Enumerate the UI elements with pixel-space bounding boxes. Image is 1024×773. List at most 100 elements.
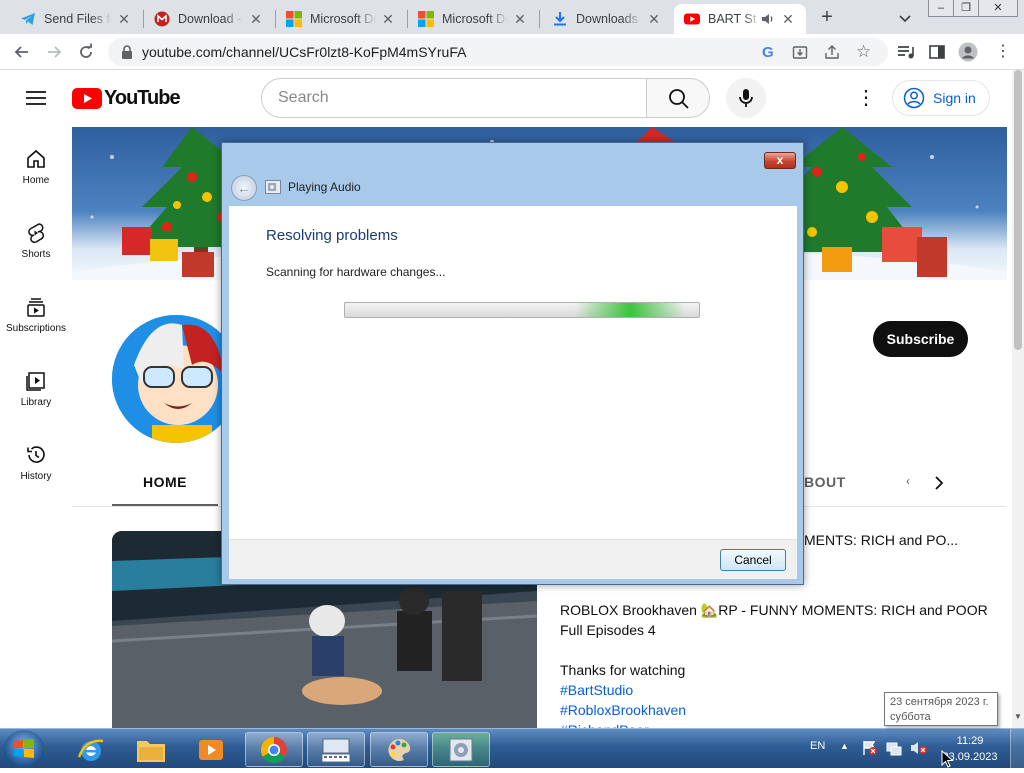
- guide-item-subscriptions[interactable]: Subscriptions: [0, 296, 72, 334]
- guide-item-library[interactable]: Library: [0, 370, 72, 408]
- google-icon[interactable]: G: [762, 44, 774, 61]
- tab-close-icon[interactable]: ✕: [780, 11, 796, 27]
- dialog-close-button[interactable]: x: [764, 152, 796, 169]
- browser-menu-icon[interactable]: ⋮: [995, 42, 1011, 62]
- tab-youtube-active[interactable]: BART St ✕: [674, 4, 806, 34]
- taskbar-on-screen-keyboard[interactable]: [307, 732, 365, 767]
- network-icon[interactable]: [886, 740, 902, 761]
- guide-item-home[interactable]: Home: [0, 148, 72, 186]
- show-desktop-button[interactable]: [1010, 729, 1024, 769]
- hashtag-link[interactable]: #BartStudio: [560, 682, 633, 698]
- minimize-button[interactable]: –: [928, 0, 954, 17]
- volume-muted-icon[interactable]: [910, 740, 928, 761]
- hamburger-menu-icon[interactable]: [26, 90, 46, 111]
- media-queue-icon[interactable]: [897, 44, 915, 65]
- start-button[interactable]: [4, 730, 44, 768]
- audio-troubleshooter-icon: [265, 180, 281, 199]
- windows-logo-icon: [14, 739, 34, 758]
- taskbar-internet-explorer[interactable]: [62, 732, 120, 767]
- dialog-heading: Resolving problems: [266, 227, 398, 244]
- tab-downloads[interactable]: Downloads ✕: [542, 4, 672, 34]
- shorts-icon: [28, 223, 45, 244]
- guide-item-shorts[interactable]: Shorts: [0, 222, 72, 260]
- language-indicator[interactable]: EN: [810, 740, 825, 752]
- tab-download-gmail[interactable]: Download - G ✕: [144, 4, 274, 34]
- channel-tab-about[interactable]: BOUT: [804, 474, 846, 490]
- tabs-scroll-right-icon[interactable]: [930, 474, 948, 497]
- dialog-back-arrow-icon[interactable]: ←: [231, 175, 257, 201]
- forward-arrow-icon[interactable]: [44, 42, 64, 62]
- library-icon: [26, 372, 45, 391]
- youtube-logo-text: YouTube: [104, 87, 181, 109]
- page-scrollbar[interactable]: ▼: [1012, 70, 1024, 728]
- search-input[interactable]: Search: [261, 78, 647, 118]
- gmail-icon: [154, 11, 170, 27]
- microsoft-icon: [286, 11, 302, 27]
- tab-microsoft-2[interactable]: Microsoft De ✕: [408, 4, 538, 34]
- guide-label: History: [20, 471, 52, 482]
- tab-close-icon[interactable]: ✕: [646, 11, 662, 27]
- youtube-logo-icon: [72, 88, 102, 109]
- restore-button[interactable]: ❐: [953, 0, 979, 17]
- tab-microsoft-1[interactable]: Microsoft De ✕: [276, 4, 406, 34]
- back-arrow-icon[interactable]: [12, 42, 32, 62]
- hashtag-link[interactable]: #RobloxBrookhaven: [560, 702, 686, 718]
- voice-search-button[interactable]: [726, 78, 766, 118]
- chrome-icon: [260, 736, 287, 763]
- taskbar-media-player[interactable]: [182, 732, 240, 767]
- tab-close-icon[interactable]: ✕: [248, 11, 264, 27]
- address-bar[interactable]: youtube.com/channel/UCsFr0lzt8-KoFpM4mSY…: [108, 38, 888, 66]
- guide-label: Home: [22, 175, 50, 186]
- tab-title: Microsoft De: [310, 12, 376, 26]
- progress-bar-marquee: [575, 303, 685, 317]
- guide-label: Shorts: [21, 249, 51, 260]
- settings-dots-icon[interactable]: ⋮: [856, 86, 876, 110]
- youtube-logo[interactable]: YouTube: [72, 87, 181, 110]
- side-panel-icon[interactable]: [929, 44, 945, 65]
- description-line-2: Full Episodes 4: [560, 622, 656, 638]
- taskbar-paint[interactable]: [370, 732, 428, 767]
- taskbar-explorer[interactable]: [122, 732, 180, 767]
- action-center-flag-icon[interactable]: [862, 740, 878, 761]
- show-hidden-icons-icon[interactable]: ▲: [840, 741, 849, 751]
- tab-close-icon[interactable]: ✕: [512, 11, 528, 27]
- tab-close-icon[interactable]: ✕: [380, 11, 396, 27]
- scrollbar-thumb[interactable]: [1014, 70, 1022, 350]
- tab-send-files[interactable]: Send Files fo ✕: [10, 4, 142, 34]
- mouse-cursor-icon: [941, 749, 955, 773]
- reload-icon[interactable]: [76, 42, 96, 62]
- tab-title: Microsoft De: [442, 12, 508, 26]
- subscribe-button[interactable]: Subscribe: [873, 321, 968, 357]
- lock-icon[interactable]: [120, 44, 134, 65]
- tab-title: Downloads: [576, 12, 638, 26]
- channel-tab-home[interactable]: HOME: [143, 474, 187, 490]
- description-line-3: Thanks for watching: [560, 662, 686, 678]
- audio-playing-icon[interactable]: [760, 11, 776, 27]
- tab-search-chevron-icon[interactable]: [894, 8, 916, 28]
- tabs-scroll-left-icon[interactable]: ‹: [906, 474, 910, 488]
- taskbar-troubleshooter[interactable]: [432, 732, 490, 767]
- video-title[interactable]: MENTS: RICH and PO...: [804, 532, 958, 548]
- history-icon: [27, 446, 45, 463]
- share-icon[interactable]: [824, 44, 840, 65]
- install-app-icon[interactable]: [792, 44, 808, 65]
- media-player-icon: [199, 739, 223, 760]
- tab-title: Send Files fo: [44, 12, 112, 26]
- dialog-footer: Cancel: [229, 539, 797, 579]
- microsoft-icon: [418, 11, 434, 27]
- tab-close-icon[interactable]: ✕: [116, 11, 132, 27]
- progress-bar: [344, 302, 700, 318]
- guide-item-history[interactable]: History: [0, 444, 72, 482]
- sign-in-button[interactable]: Sign in: [892, 80, 990, 116]
- profile-avatar-icon[interactable]: [958, 42, 978, 67]
- troubleshooter-dialog: x ← Playing Audio Resolving problems Sca…: [221, 142, 804, 585]
- window-close-button[interactable]: ✕: [978, 0, 1018, 17]
- dialog-body: Resolving problems Scanning for hardware…: [229, 206, 797, 540]
- date-tooltip: 23 сентября 2023 г. суббота: [884, 692, 998, 726]
- bookmark-star-icon[interactable]: ☆: [856, 42, 871, 62]
- new-tab-button[interactable]: +: [816, 7, 838, 28]
- search-button[interactable]: [646, 78, 710, 118]
- taskbar-chrome[interactable]: [245, 732, 303, 767]
- scroll-down-arrow-icon[interactable]: ▼: [1014, 712, 1022, 721]
- cancel-button[interactable]: Cancel: [720, 549, 786, 571]
